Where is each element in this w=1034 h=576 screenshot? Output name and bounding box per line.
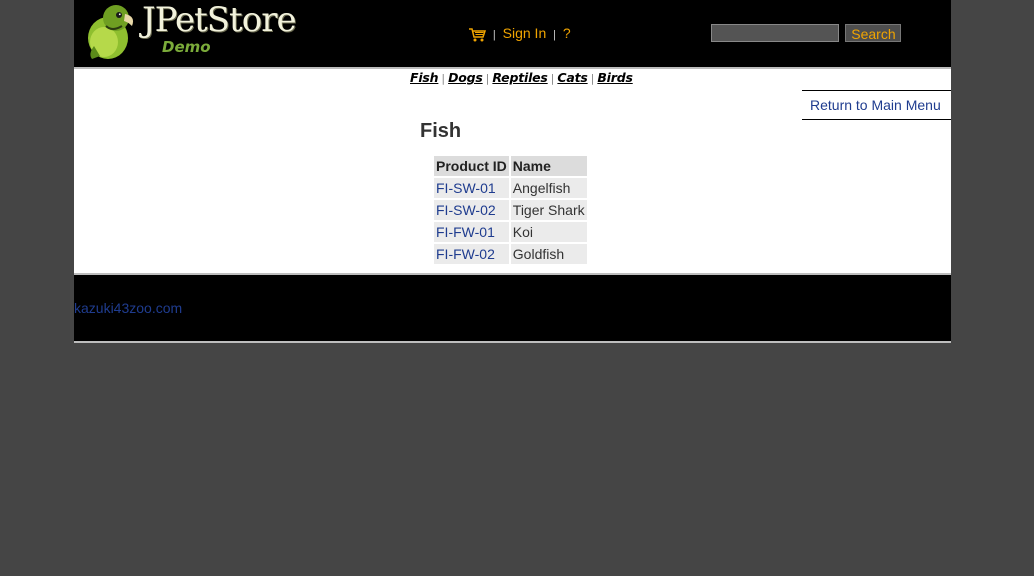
main-content: Fish | Dogs | Reptiles | Cats | Birds Return to … bbox=[74, 69, 951, 275]
logo[interactable]: JPetStore Demo bbox=[82, 0, 302, 60]
quick-link-separator: | bbox=[441, 72, 446, 85]
parrot-logo-icon bbox=[88, 5, 134, 59]
product-id-link[interactable]: FI-SW-01 bbox=[434, 178, 509, 198]
product-id-link[interactable]: FI-FW-01 bbox=[434, 222, 509, 242]
table-header-row: Product ID Name bbox=[434, 156, 587, 176]
product-id-link[interactable]: FI-SW-02 bbox=[434, 200, 509, 220]
search-input[interactable] bbox=[711, 24, 839, 42]
help-link[interactable]: ? bbox=[563, 25, 571, 41]
table-row: FI-SW-01 Angelfish bbox=[434, 178, 587, 198]
cart-icon[interactable] bbox=[469, 28, 486, 42]
search-button[interactable]: Search bbox=[845, 24, 902, 42]
quick-link-fish[interactable]: Fish bbox=[410, 70, 439, 85]
quick-links: Fish | Dogs | Reptiles | Cats | Birds bbox=[410, 70, 633, 85]
product-table: Product ID Name FI-SW-01 Angelfish FI-SW… bbox=[432, 154, 589, 266]
footer: kazuki43zoo.com bbox=[74, 275, 951, 343]
menu-separator: | bbox=[553, 29, 556, 41]
product-id-link[interactable]: FI-FW-02 bbox=[434, 244, 509, 264]
column-header-name: Name bbox=[510, 156, 587, 176]
category-title: Fish bbox=[420, 120, 462, 142]
table-row: FI-FW-02 Goldfish bbox=[434, 244, 587, 264]
header-menu: | Sign In | ? bbox=[469, 25, 571, 42]
search-form: Search bbox=[711, 24, 902, 42]
logo-subtitle: Demo bbox=[162, 38, 211, 56]
table-row: FI-SW-02 Tiger Shark bbox=[434, 200, 587, 220]
logo-title: JPetStore bbox=[142, 0, 297, 40]
product-name: Goldfish bbox=[510, 244, 587, 264]
quick-link-separator: | bbox=[485, 72, 490, 85]
return-to-main-menu-link[interactable]: Return to Main Menu bbox=[802, 90, 951, 120]
product-name: Angelfish bbox=[510, 178, 587, 198]
quick-link-dogs[interactable]: Dogs bbox=[448, 70, 483, 85]
menu-separator: | bbox=[492, 29, 496, 41]
quick-link-separator: | bbox=[590, 72, 595, 85]
quick-link-cats[interactable]: Cats bbox=[557, 70, 587, 85]
quick-link-separator: | bbox=[550, 72, 555, 85]
header: JPetStore Demo | Sign In | ? Search bbox=[74, 0, 951, 69]
table-row: FI-FW-01 Koi bbox=[434, 222, 587, 242]
column-header-product-id: Product ID bbox=[434, 156, 509, 176]
quick-link-reptiles[interactable]: Reptiles bbox=[492, 70, 547, 85]
product-name: Koi bbox=[510, 222, 587, 242]
quick-link-birds[interactable]: Birds bbox=[597, 70, 633, 85]
page-wrapper: JPetStore Demo | Sign In | ? Search Fish… bbox=[74, 0, 951, 343]
product-name: Tiger Shark bbox=[510, 200, 587, 220]
footer-link[interactable]: kazuki43zoo.com bbox=[74, 300, 182, 316]
sign-in-link[interactable]: Sign In bbox=[503, 25, 547, 41]
